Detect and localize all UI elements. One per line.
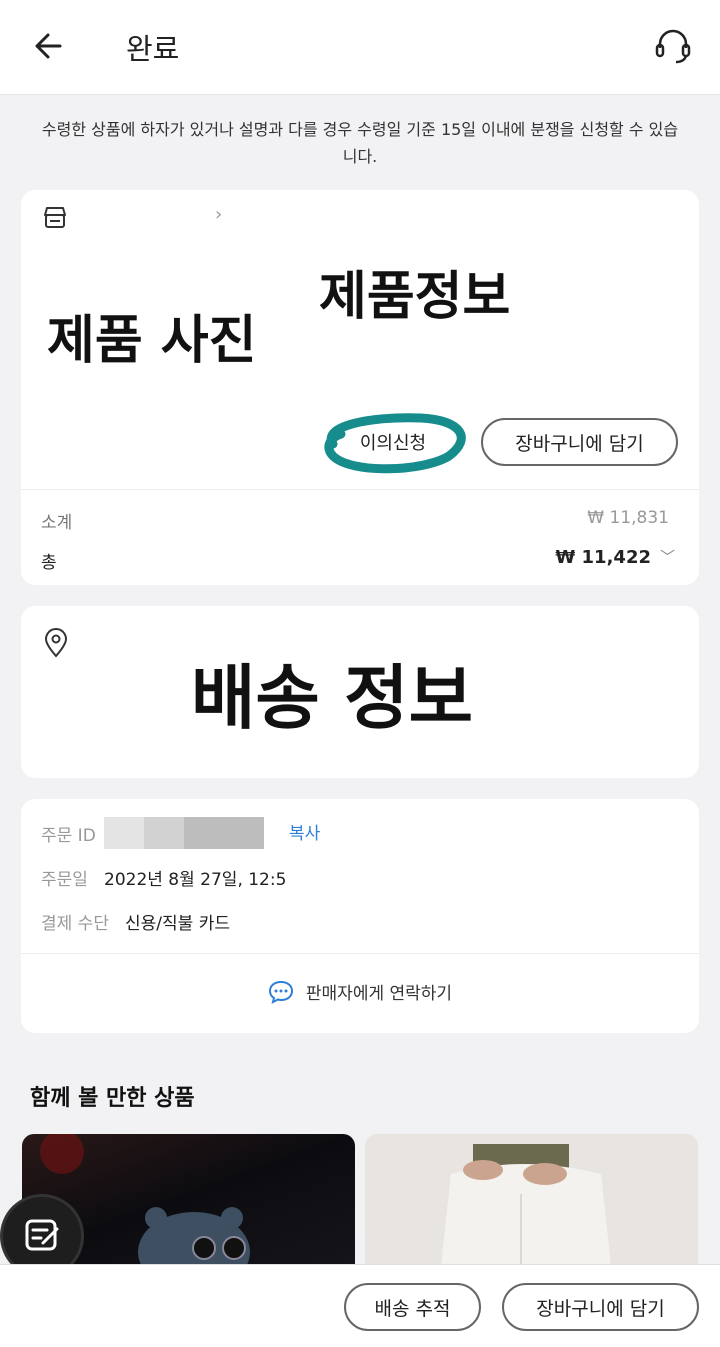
order-id-label: 주문 ID xyxy=(41,826,96,846)
chat-bubble-icon xyxy=(268,980,293,1004)
bottom-add-to-cart-button[interactable]: 장바구니에 담기 xyxy=(502,1283,699,1331)
order-id-value-redacted xyxy=(144,817,184,849)
dispute-button[interactable]: 이의신청 xyxy=(337,418,449,466)
total-value: ₩ 11,422 xyxy=(555,547,651,568)
headset-icon[interactable] xyxy=(652,24,694,66)
divider xyxy=(21,489,699,490)
product-info-overlay: 제품정보 xyxy=(319,267,511,327)
divider xyxy=(21,953,699,954)
arrow-left-icon[interactable] xyxy=(30,26,70,66)
chevron-down-icon[interactable]: ﹀ xyxy=(660,546,675,567)
order-id-value-redacted xyxy=(184,817,264,849)
location-pin-icon xyxy=(44,628,68,658)
recommended-product-image[interactable] xyxy=(365,1134,698,1284)
top-bar: 완료 xyxy=(0,0,720,95)
subtotal-value: ₩ 11,831 xyxy=(587,508,669,528)
payment-method-value: 신용/직불 카드 xyxy=(125,914,230,934)
shipping-card: 배송 정보 xyxy=(21,606,699,778)
recommend-section-title: 함께 볼 만한 상품 xyxy=(30,1086,195,1111)
copy-button[interactable]: 복사 xyxy=(289,819,320,844)
payment-method-label: 결제 수단 xyxy=(41,914,109,934)
order-info-card: 주문 ID 복사 주문일 2022년 8월 27일, 12:5 결제 수단 신용… xyxy=(21,799,699,1033)
order-date-label: 주문일 xyxy=(41,870,88,890)
contact-seller-label: 판매자에게 연락하기 xyxy=(305,984,453,1004)
contact-seller-button[interactable]: 판매자에게 연락하기 xyxy=(21,979,699,1004)
product-card: › 제품정보 제품 사진 이의신청 장바구니에 담기 소계 ₩ 11,831 총… xyxy=(21,190,699,585)
product-thumbnail-graphic xyxy=(439,1144,613,1284)
order-date-value: 2022년 8월 27일, 12:5 xyxy=(104,870,287,890)
store-icon[interactable] xyxy=(41,204,69,232)
page-title: 완료 xyxy=(126,32,180,66)
order-id-value-redacted xyxy=(104,817,144,849)
total-label: 총 xyxy=(41,553,57,573)
subtotal-label: 소계 xyxy=(41,513,73,533)
add-to-cart-button[interactable]: 장바구니에 담기 xyxy=(481,418,678,466)
bottom-action-bar: 배송 추적 장바구니에 담기 xyxy=(0,1264,720,1347)
dispute-notice: 수령한 상품에 하자가 있거나 설명과 다를 경우 수령일 기준 15일 이내에… xyxy=(41,120,679,166)
chevron-right-icon[interactable]: › xyxy=(215,204,222,225)
shipping-info-overlay: 배송 정보 xyxy=(191,657,473,739)
track-shipment-button[interactable]: 배송 추적 xyxy=(344,1283,481,1331)
product-photo-overlay: 제품 사진 xyxy=(47,311,257,371)
